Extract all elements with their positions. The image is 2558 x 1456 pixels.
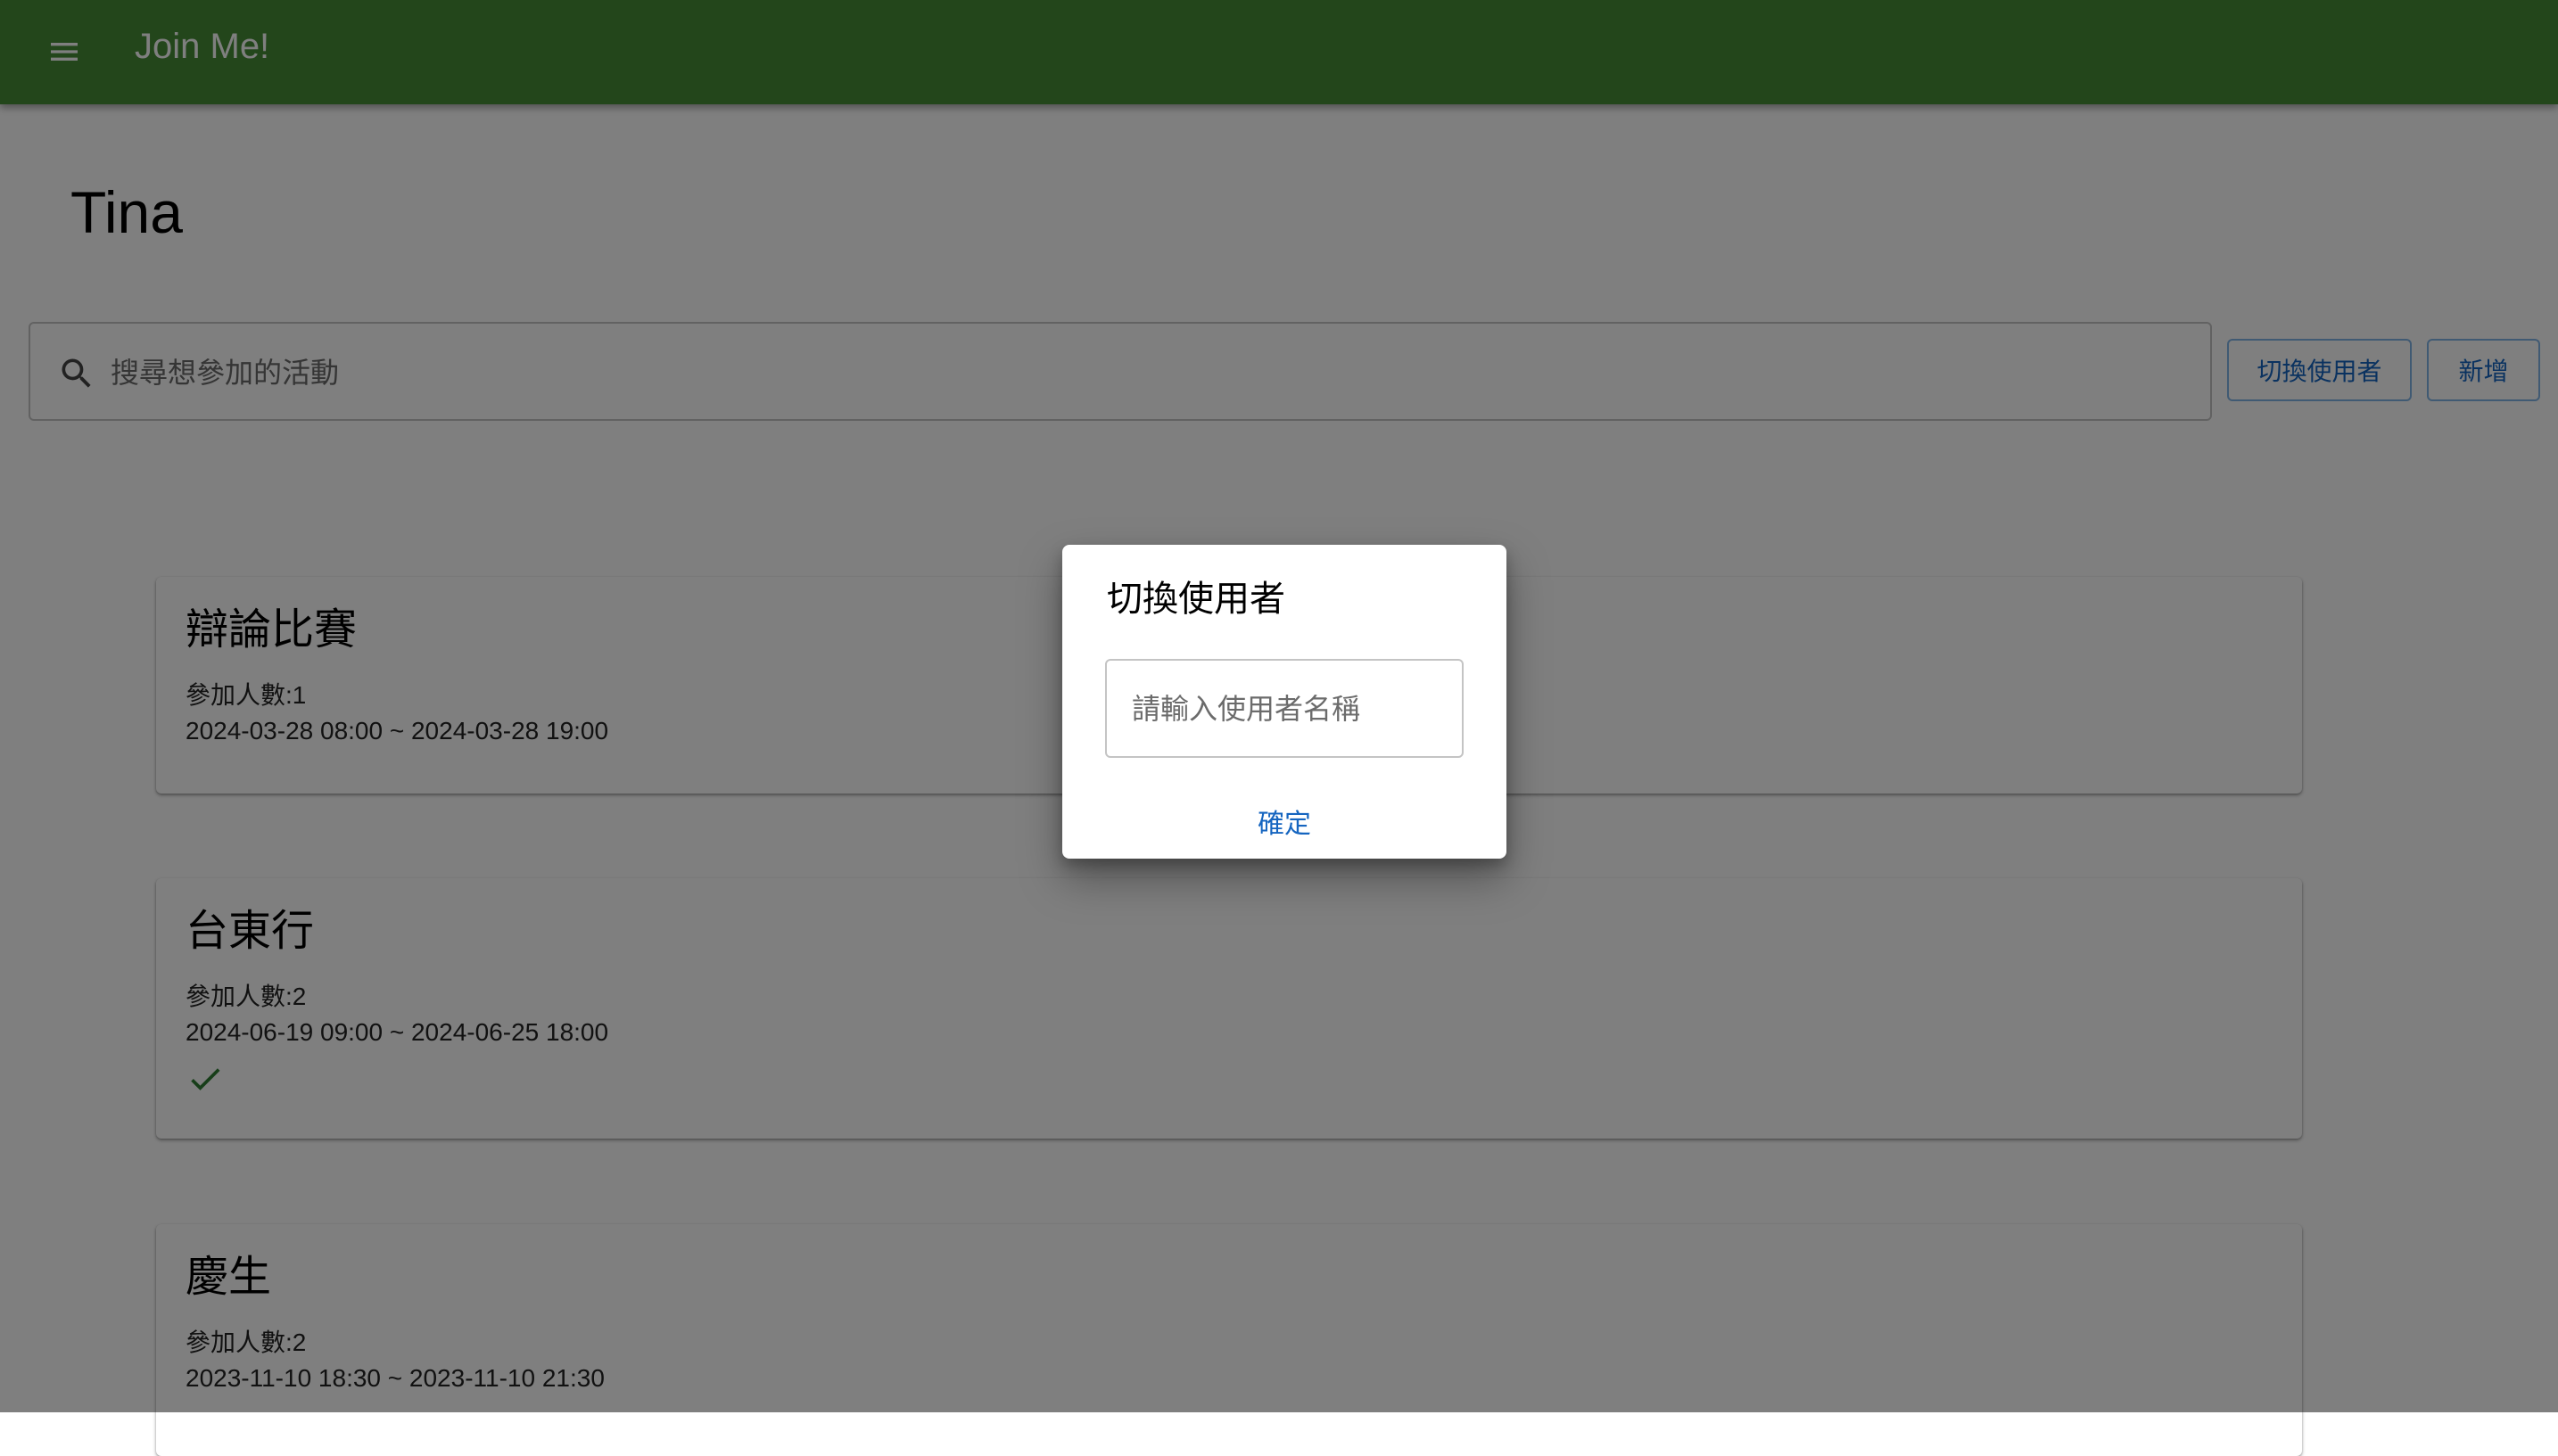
confirm-button[interactable]: 確定 xyxy=(1217,799,1351,843)
username-input[interactable] xyxy=(1130,680,1442,737)
dialog-title: 切換使用者 xyxy=(1107,580,1285,619)
username-field[interactable] xyxy=(1105,659,1464,758)
switch-user-dialog: 切換使用者 確定 xyxy=(1062,545,1506,859)
